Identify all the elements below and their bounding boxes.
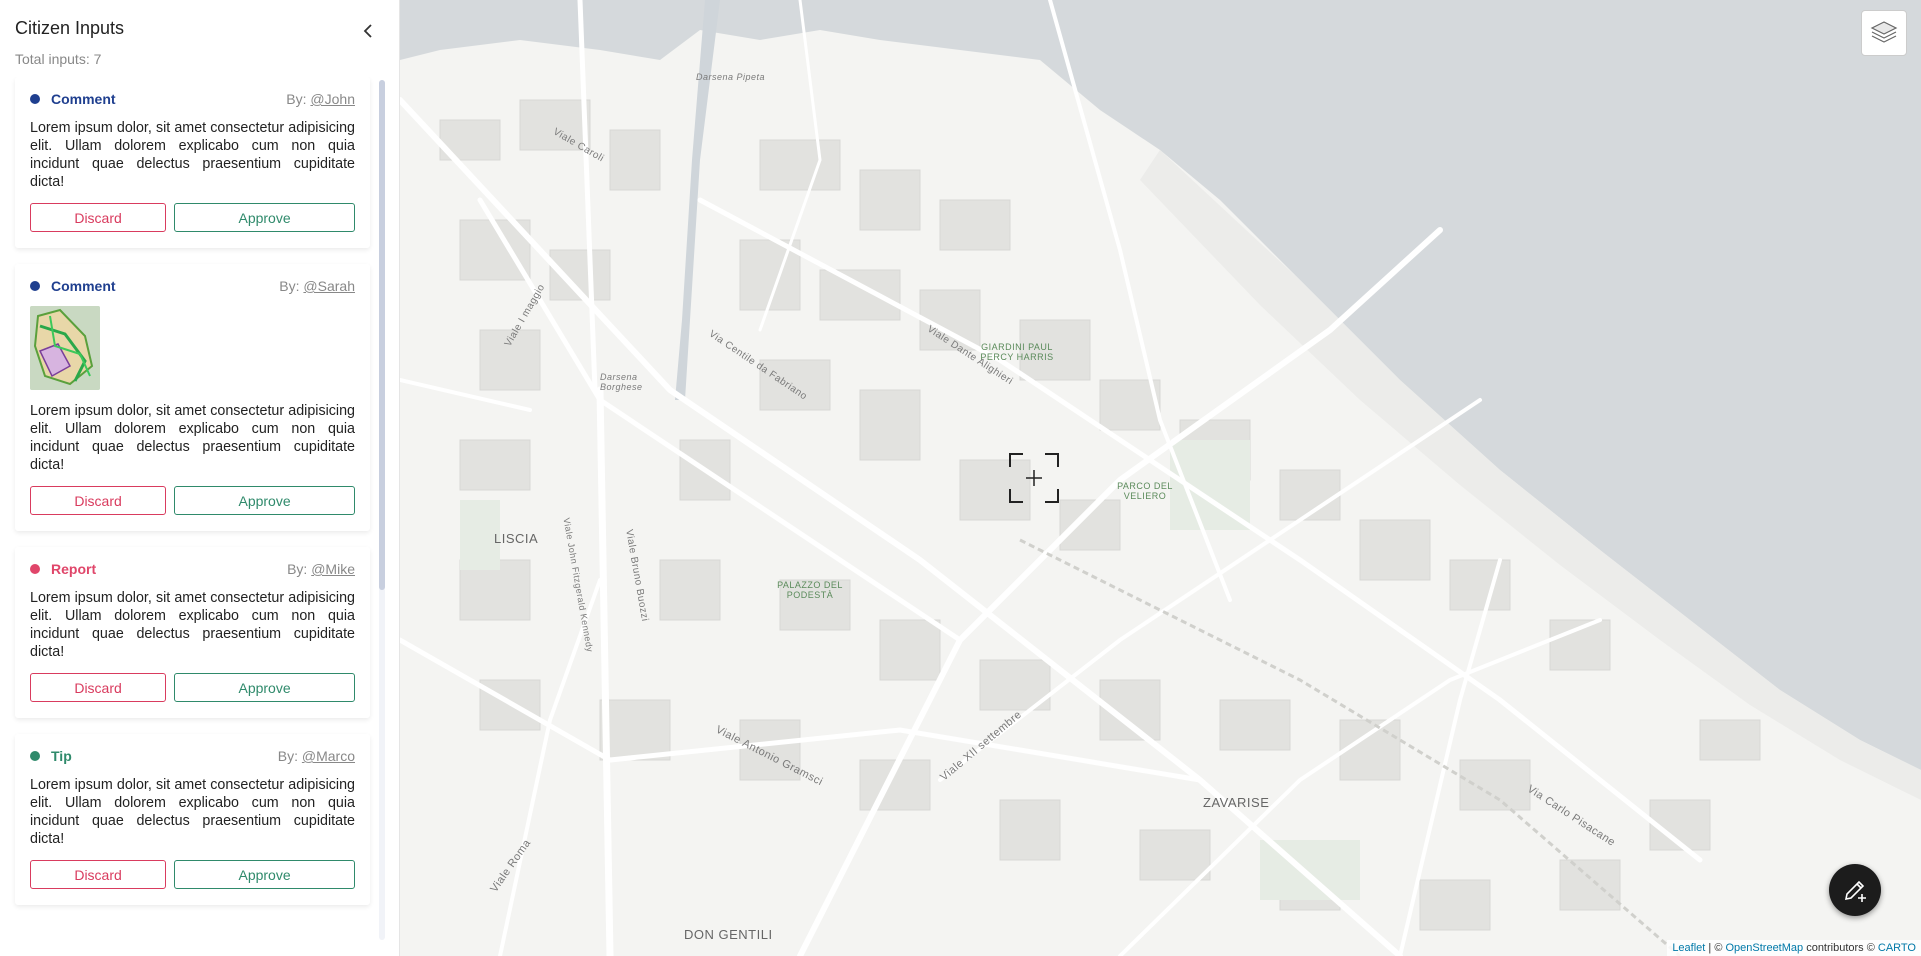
input-type: Comment [30,91,116,107]
author-prefix: By: [287,561,308,577]
add-input-button[interactable] [1829,864,1881,916]
map-label-palazzo: PALAZZO DEL PODESTÀ [777,580,843,600]
input-card: Comment By: @John Lorem ipsum dolor, sit… [15,77,370,248]
author: By: @Mike [287,561,355,577]
collapse-panel-button[interactable] [357,20,379,42]
type-dot-icon [30,94,40,104]
input-card: Tip By: @Marco Lorem ipsum dolor, sit am… [15,734,370,905]
citizen-inputs-panel: Citizen Inputs Total inputs: 7 Comment B… [0,0,400,956]
app: Citizen Inputs Total inputs: 7 Comment B… [0,0,1921,956]
map-label-darsena-pipeta: Darsena Pipeta [696,72,766,82]
author-link[interactable]: @Mike [311,561,355,577]
input-type: Tip [30,748,72,764]
author-prefix: By: [286,91,307,107]
attachment-thumbnail[interactable] [30,306,100,390]
map-label-parco: PARCO DEL VELIERO [1117,481,1173,501]
discard-button[interactable]: Discard [30,203,167,232]
approve-button[interactable]: Approve [174,486,355,515]
input-text: Lorem ipsum dolor, sit amet consectetur … [30,590,355,660]
map-thumbnail-image [30,306,100,390]
map-view[interactable]: LISCIA ZAVARISE DON GENTILI PALAZZO DEL … [400,0,1921,956]
approve-button[interactable]: Approve [174,673,355,702]
edit-plus-icon [1844,880,1866,902]
map-tiles [400,0,1921,956]
leaflet-link[interactable]: Leaflet [1672,942,1705,954]
discard-button[interactable]: Discard [30,486,167,515]
carto-link[interactable]: CARTO [1878,942,1916,954]
approve-button[interactable]: Approve [174,203,355,232]
attribution-contributors: contributors © [1803,942,1878,954]
input-type-label: Comment [51,91,116,107]
panel-title: Citizen Inputs [15,18,125,38]
input-card: Report By: @Mike Lorem ipsum dolor, sit … [15,547,370,718]
discard-button[interactable]: Discard [30,673,167,702]
approve-button[interactable]: Approve [174,860,355,889]
input-text: Lorem ipsum dolor, sit amet consectetur … [30,777,355,847]
input-card: Comment By: @Sarah Lorem ipsum dolor, si… [15,264,370,531]
author-prefix: By: [277,748,298,764]
author: By: @Sarah [279,278,355,294]
input-type-label: Report [51,561,97,577]
osm-link[interactable]: OpenStreetMap [1725,942,1803,954]
map-label-zavarise: ZAVARISE [1203,795,1270,810]
type-dot-icon [30,281,40,291]
author: By: @Marco [278,748,355,764]
layers-control-button[interactable] [1861,10,1907,56]
author-prefix: By: [279,278,300,294]
map-label-darsena-borghese: Darsena Borghese [600,372,643,392]
map-label-don-gentili: DON GENTILI [684,927,773,942]
attribution-separator: | © [1705,942,1726,954]
type-dot-icon [30,751,40,761]
author-link[interactable]: @John [310,91,355,107]
author-link[interactable]: @Marco [302,748,355,764]
author-link[interactable]: @Sarah [303,278,355,294]
map-label-liscia: LISCIA [494,531,539,546]
input-type-label: Tip [51,748,72,764]
input-type: Report [30,561,96,577]
inputs-list: Comment By: @John Lorem ipsum dolor, sit… [0,77,399,956]
total-inputs-count: Total inputs: 7 [15,51,102,67]
panel-header: Citizen Inputs Total inputs: 7 [0,0,399,77]
input-text: Lorem ipsum dolor, sit amet consectetur … [30,403,355,473]
map-label-giardini: GIARDINI PAUL PERCY HARRIS [980,342,1054,362]
input-type: Comment [30,278,116,294]
layers-icon [1870,21,1898,43]
chevron-left-icon [363,24,372,38]
map-attribution: Leaflet | © OpenStreetMap contributors ©… [1667,940,1921,956]
input-type-label: Comment [51,278,116,294]
author: By: @John [286,91,355,107]
crosshair-icon [1009,453,1059,503]
input-text: Lorem ipsum dolor, sit amet consectetur … [30,120,355,190]
discard-button[interactable]: Discard [30,860,167,889]
type-dot-icon [30,564,40,574]
